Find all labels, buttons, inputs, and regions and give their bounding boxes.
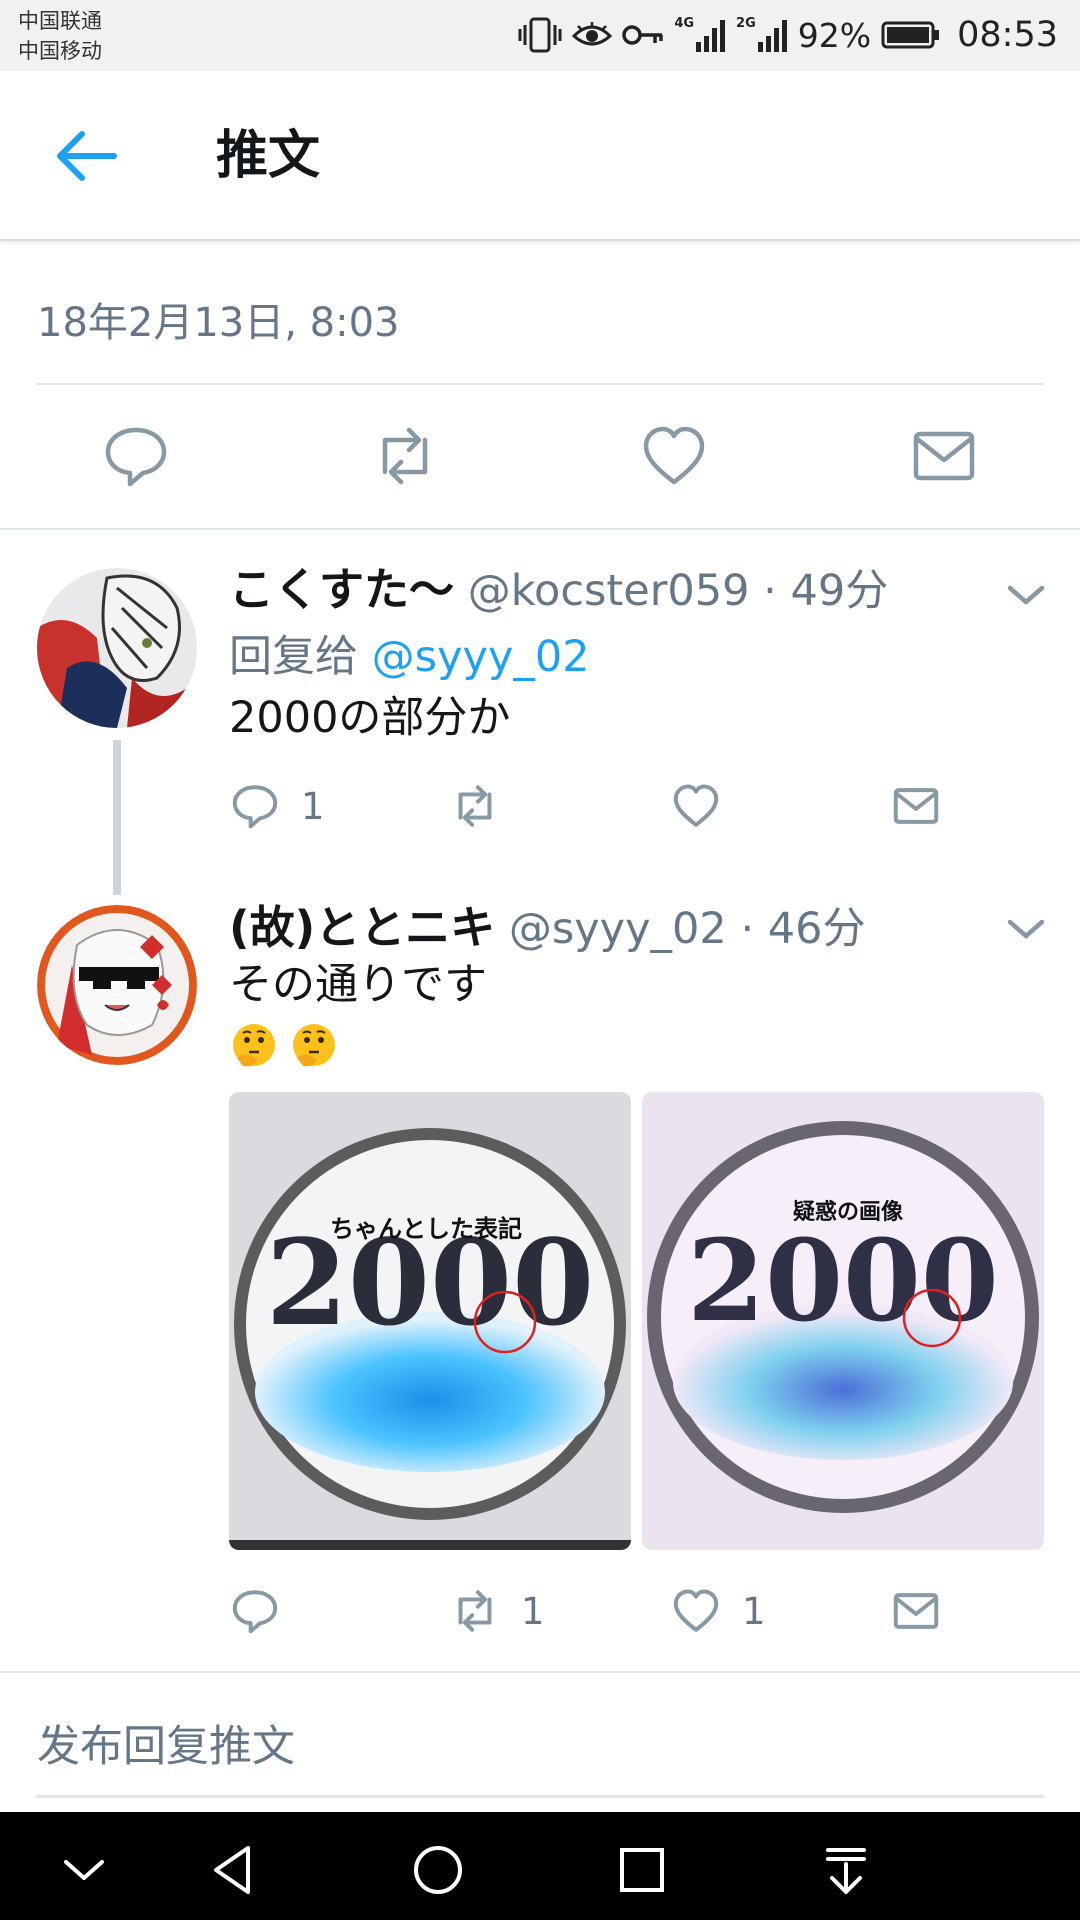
like-button[interactable]	[638, 420, 710, 492]
message-button[interactable]	[890, 776, 942, 836]
network-type-2: 2G	[736, 15, 756, 31]
tweet-timestamp: 18年2月13日, 8:03	[37, 300, 400, 346]
user-handle: @syyy_02	[508, 904, 727, 954]
nav-home-button[interactable]	[410, 1842, 466, 1898]
thinking-emoji-row	[229, 1020, 339, 1070]
message-icon	[893, 1593, 939, 1629]
reply-icon	[105, 427, 167, 487]
eye-icon	[572, 20, 613, 50]
signal-icon	[696, 18, 726, 52]
message-icon	[913, 431, 975, 481]
tweet-header: (故)ととニキ @syyy_02 · 46分	[229, 898, 866, 959]
display-name[interactable]: こくすた～	[229, 563, 454, 616]
thinking-face-icon	[293, 1024, 335, 1067]
carrier-1: 中国联通	[18, 9, 102, 33]
arrow-left-icon	[57, 131, 117, 181]
notification-pull-icon	[826, 1848, 866, 1894]
media-caption: 疑惑の画像	[793, 1199, 904, 1225]
retweet-button[interactable]	[449, 776, 521, 836]
divider	[36, 383, 1044, 385]
reply-count: 1	[301, 784, 325, 828]
main-tweet-actions	[0, 420, 1080, 500]
tweet-media-image[interactable]: 2000 ちゃんとした表記	[229, 1092, 631, 1550]
divider	[0, 1671, 1080, 1673]
vibrate-icon	[518, 17, 562, 53]
battery-icon	[881, 21, 941, 49]
reply-button[interactable]: 1	[229, 776, 325, 836]
tweet-text: その通りです	[229, 960, 487, 1010]
reply-icon	[232, 1590, 278, 1634]
nav-recents-button[interactable]	[614, 1842, 670, 1898]
reply-context: 回复给 @syyy_02	[229, 627, 590, 687]
media-caption: ちゃんとした表記	[330, 1215, 522, 1243]
status-icons: 4G 2G 92% 08:53	[518, 12, 1058, 58]
nav-notification-button[interactable]	[818, 1842, 874, 1898]
key-icon	[622, 22, 664, 48]
battery-percent: 92%	[797, 15, 872, 55]
retweet-icon	[458, 785, 492, 827]
chevron-down-icon	[1007, 585, 1045, 605]
network-type-1: 4G	[674, 15, 695, 31]
input-underline	[36, 1795, 1044, 1798]
like-button[interactable]: 1	[670, 1581, 766, 1641]
back-triangle-icon	[214, 1846, 250, 1894]
signal-icon	[757, 18, 788, 52]
chevron-down-icon	[64, 1860, 104, 1880]
like-icon	[673, 1589, 719, 1632]
message-icon	[893, 788, 939, 824]
like-button[interactable]	[670, 776, 742, 836]
retweet-button[interactable]: 1	[449, 1581, 545, 1641]
tweet-media-image[interactable]: 2000 疑惑の画像	[642, 1092, 1044, 1550]
reply-to-label: 回复给	[229, 632, 358, 682]
retweet-icon	[382, 427, 428, 485]
app-header: 推文	[0, 71, 1080, 241]
user-handle: @kocster059	[467, 566, 750, 616]
display-name[interactable]: (故)ととニキ	[229, 901, 495, 954]
tweet-time: · 49分	[763, 566, 889, 616]
tweet-actions: 1 1	[229, 1581, 1029, 1641]
thread-line	[113, 740, 121, 895]
avatar[interactable]	[37, 905, 197, 1065]
chevron-down-icon	[1007, 919, 1045, 939]
like-count: 1	[742, 1589, 766, 1633]
hide-nav-button[interactable]	[56, 1842, 112, 1898]
home-circle-icon	[414, 1846, 462, 1894]
divider	[0, 528, 1080, 530]
back-button[interactable]	[52, 126, 122, 186]
like-icon	[673, 784, 719, 827]
tweet-actions: 1	[229, 776, 1029, 836]
reply-button[interactable]	[100, 420, 172, 492]
avatar[interactable]	[37, 568, 197, 728]
like-icon	[643, 426, 705, 485]
carrier-2: 中国移动	[18, 39, 102, 63]
carrier-labels: 中国联通 中国移动	[18, 6, 102, 66]
message-button[interactable]	[890, 1581, 942, 1641]
clock: 08:53	[957, 15, 1058, 55]
reply-icon	[232, 785, 278, 829]
recents-square-icon	[620, 1848, 664, 1892]
page-title: 推文	[216, 126, 321, 186]
retweet-count: 1	[521, 1589, 545, 1633]
nav-back-button[interactable]	[206, 1842, 262, 1898]
tweet-time: · 46分	[740, 904, 866, 954]
compose-reply-input[interactable]: 发布回复推文	[37, 1712, 295, 1774]
message-button[interactable]	[908, 420, 980, 492]
tweet-menu-button[interactable]	[1004, 580, 1048, 610]
coin-number: 2000	[687, 1216, 999, 1347]
system-nav-bar	[0, 1812, 1080, 1920]
mention-link[interactable]: @syyy_02	[372, 632, 590, 682]
tweet-text: 2000の部分か	[229, 693, 511, 743]
retweet-icon	[458, 1590, 492, 1632]
thinking-face-icon	[233, 1024, 275, 1067]
tweet-header: こくすた～ @kocster059 · 49分	[229, 560, 888, 621]
status-bar: 中国联通 中国移动 4G 2G 92% 08:53	[0, 0, 1080, 71]
reply-button[interactable]	[229, 1581, 301, 1641]
retweet-button[interactable]	[369, 420, 441, 492]
tweet-menu-button[interactable]	[1004, 914, 1048, 944]
